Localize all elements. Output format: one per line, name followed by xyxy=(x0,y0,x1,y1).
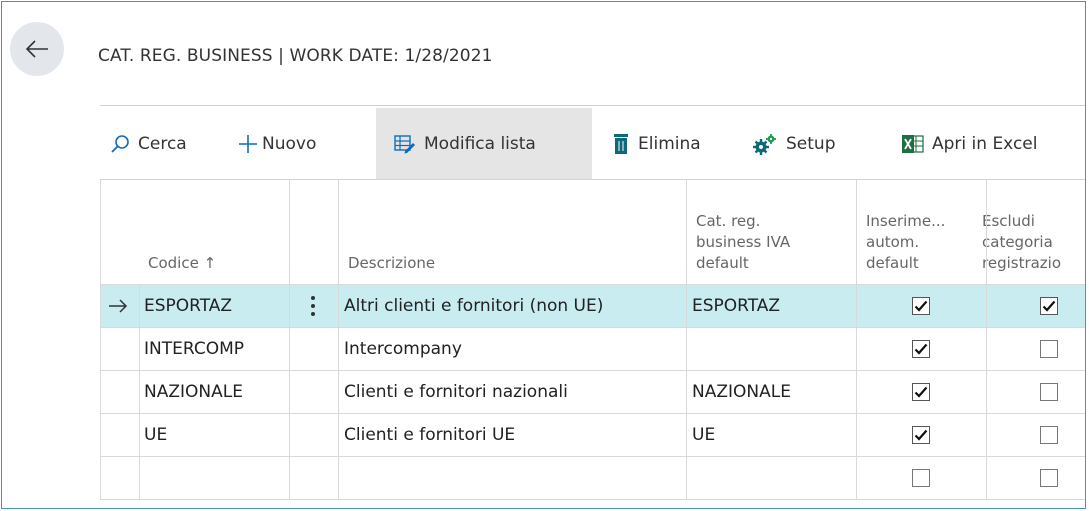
exclude-checkbox[interactable] xyxy=(1040,413,1070,456)
code-cell[interactable]: NAZIONALE xyxy=(144,370,289,413)
unchecked-box-icon xyxy=(1040,425,1058,444)
vat-header-line-2: business IVA xyxy=(696,233,791,251)
new-label: Nuovo xyxy=(262,134,317,154)
vat-default-cell[interactable] xyxy=(692,327,852,370)
vat-header-line-3: default xyxy=(696,254,749,272)
search-icon xyxy=(111,135,129,153)
setup-button[interactable]: Setup xyxy=(752,108,835,180)
row-actions-icon[interactable] xyxy=(298,284,328,327)
auto-insert-checkbox[interactable] xyxy=(912,370,942,413)
column-header-exclude[interactable]: Escludi categoria registrazio xyxy=(982,180,1085,284)
check-icon xyxy=(912,425,930,444)
exclude-checkbox[interactable] xyxy=(1040,284,1070,327)
auto-insert-checkbox[interactable] xyxy=(912,327,942,370)
action-bar: Cerca Nuovo Modifica lista Elimina Setup… xyxy=(100,105,1085,180)
back-arrow-icon xyxy=(25,40,48,58)
auto-header-line-3: default xyxy=(866,254,919,272)
open-in-excel-label: Apri in Excel xyxy=(932,134,1038,154)
auto-header-line-1: Inserime... xyxy=(866,212,946,230)
code-cell[interactable]: INTERCOMP xyxy=(144,327,289,370)
unchecked-box-icon xyxy=(1040,382,1058,401)
column-header-description[interactable]: Descrizione xyxy=(348,180,678,284)
search-button[interactable]: Cerca xyxy=(110,108,187,180)
description-cell[interactable]: Clienti e fornitori nazionali xyxy=(344,370,684,413)
code-cell[interactable]: UE xyxy=(144,413,289,456)
code-cell[interactable]: ESPORTAZ xyxy=(144,284,289,327)
open-in-excel-button[interactable]: Apri in Excel xyxy=(902,108,1037,180)
unchecked-box-icon xyxy=(1040,339,1058,358)
column-header-vat-default[interactable]: Cat. reg. business IVA default xyxy=(696,180,846,284)
edit-list-label: Modifica lista xyxy=(424,134,536,154)
auto-insert-checkbox[interactable] xyxy=(912,413,942,456)
column-header-code[interactable]: Codice ↑ xyxy=(148,180,288,284)
edit-list-icon xyxy=(394,135,415,154)
excl-header-line-1: Escludi xyxy=(982,212,1035,230)
page-title: CAT. REG. BUSINESS | WORK DATE: 1/28/202… xyxy=(98,46,493,66)
unchecked-box-icon xyxy=(1040,468,1058,487)
vat-header-line-1: Cat. reg. xyxy=(696,212,761,230)
auto-insert-checkbox[interactable] xyxy=(912,456,942,499)
excl-header-line-3: registrazio xyxy=(982,254,1062,272)
code-cell[interactable] xyxy=(144,456,289,499)
column-header-auto-insert[interactable]: Inserime... autom. default xyxy=(866,180,976,284)
trash-icon xyxy=(614,134,628,154)
delete-button[interactable]: Elimina xyxy=(612,108,701,180)
excl-header-line-2: categoria xyxy=(982,233,1053,251)
search-label: Cerca xyxy=(138,134,187,154)
plus-icon xyxy=(239,135,257,153)
auto-header-line-2: autom. xyxy=(866,233,920,251)
description-cell[interactable]: Intercompany xyxy=(344,327,684,370)
vat-default-cell[interactable]: NAZIONALE xyxy=(692,370,852,413)
check-icon xyxy=(912,339,930,358)
vat-default-cell[interactable]: UE xyxy=(692,413,852,456)
new-button[interactable]: Nuovo xyxy=(238,108,316,180)
page-frame: CAT. REG. BUSINESS | WORK DATE: 1/28/202… xyxy=(1,1,1086,509)
setup-label: Setup xyxy=(786,134,836,154)
back-button[interactable] xyxy=(10,22,64,76)
vat-default-cell[interactable]: ESPORTAZ xyxy=(692,284,852,327)
data-grid: Codice ↑ Descrizione Cat. reg. business … xyxy=(100,179,1085,502)
check-icon xyxy=(912,382,930,401)
check-icon xyxy=(912,296,930,315)
vat-default-cell[interactable] xyxy=(692,456,852,499)
description-cell[interactable] xyxy=(344,456,684,499)
description-cell[interactable]: Altri clienti e fornitori (non UE) xyxy=(344,284,684,327)
exclude-checkbox[interactable] xyxy=(1040,456,1070,499)
edit-list-button[interactable]: Modifica lista xyxy=(376,108,592,180)
unchecked-box-icon xyxy=(912,468,930,487)
exclude-checkbox[interactable] xyxy=(1040,370,1070,413)
check-icon xyxy=(1040,296,1058,315)
auto-insert-checkbox[interactable] xyxy=(912,284,942,327)
excel-icon xyxy=(902,135,924,153)
delete-label: Elimina xyxy=(638,134,701,154)
row-indicator-arrow-icon xyxy=(108,284,136,327)
description-cell[interactable]: Clienti e fornitori UE xyxy=(344,413,684,456)
gears-icon xyxy=(753,134,776,155)
exclude-checkbox[interactable] xyxy=(1040,327,1070,370)
